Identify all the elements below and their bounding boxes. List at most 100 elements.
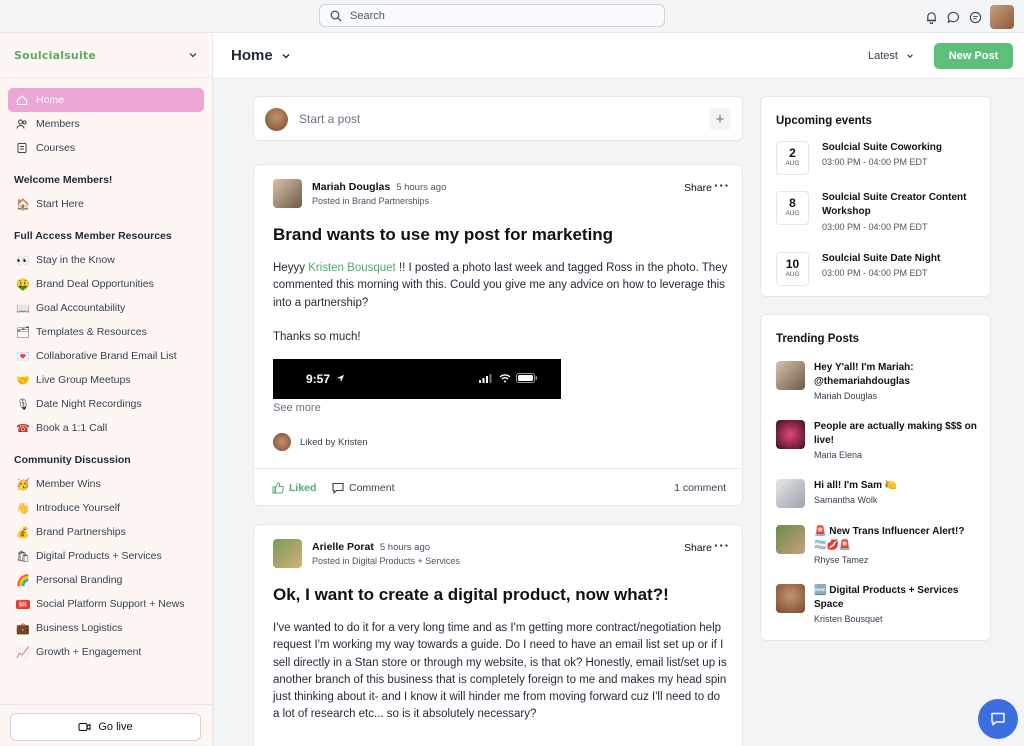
sidebar-item-live-group-meetups[interactable]: 🤝 Live Group Meetups [8,368,204,392]
author-name: Mariah Douglas [312,181,391,193]
sidebar-item-book-call[interactable]: ☎ Book a 1:1 Call [8,416,204,440]
sidebar-item-home[interactable]: Home [8,88,204,112]
event-day: 10 [785,257,800,271]
share-button[interactable]: Share [684,542,712,554]
chat-launcher-button[interactable] [978,699,1018,739]
post-title[interactable]: Brand wants to use my post for marketing [273,225,613,245]
go-live-bar: Go live [0,704,212,746]
event-name: Soulcial Suite Creator Content Workshop [822,192,967,217]
event-month: AUG [785,160,800,167]
sidebar-item-label: Brand Partnerships [36,526,126,538]
trending-title: 🚨 New Trans Influencer Alert!? 🏳️‍⚧️💋🚨 [814,526,965,551]
sidebar-item-brand-partnerships[interactable]: 💰 Brand Partnerships [8,520,204,544]
event-day: 8 [789,196,796,210]
community-switcher[interactable]: Soulcialsuite [0,33,212,78]
thumbs-up-icon [272,482,284,494]
more-options-icon[interactable]: ··· [714,178,730,193]
sort-dropdown[interactable]: Latest [868,50,914,62]
page-title[interactable]: Home [231,47,291,64]
chat-icon[interactable] [946,10,960,24]
wave-icon: 👋 [16,501,30,515]
section-title: Community Discussion [14,454,131,466]
message-icon[interactable] [968,10,982,24]
sidebar-item-templates-resources[interactable]: 🗂 Templates & Resources [8,320,204,344]
avatar [776,479,805,508]
sidebar-item-business-logistics[interactable]: 💼 Business Logistics [8,616,204,640]
post-author[interactable]: Mariah Douglas 5 hours ago [312,181,446,193]
sidebar-item-courses[interactable]: Courses [8,136,204,160]
post-title[interactable]: Ok, I want to create a digital product, … [273,585,669,605]
sidebar-item-label: Introduce Yourself [36,502,121,514]
bell-icon[interactable] [924,10,938,24]
battery-icon [516,373,537,383]
home-icon [16,94,28,106]
chevron-down-icon [907,54,913,58]
sidebar-item-label: Courses [36,142,76,154]
sidebar-item-member-wins[interactable]: 🥳 Member Wins [8,472,204,496]
post-card: Arielle Porat 5 hours ago Posted in Digit… [253,524,743,746]
post-time: 5 hours ago [379,542,431,553]
search-input[interactable]: Search [319,4,665,27]
event-time: 03:00 PM - 04:00 PM EDT [822,157,928,167]
sidebar-item-label: Home [36,94,65,106]
event-month: AUG [785,210,800,217]
sidebar-item-social-platform-support[interactable]: 🆘 Social Platform Support + News [8,592,204,616]
comments-count[interactable]: 1 comment [674,482,726,494]
new-post-button[interactable]: New Post [934,43,1013,69]
avatar [776,361,805,390]
share-button[interactable]: Share [684,182,712,194]
sidebar-item-label: Stay in the Know [36,254,115,266]
sidebar-item-members[interactable]: Members [8,112,204,136]
sidebar-item-personal-branding[interactable]: 🌈 Personal Branding [8,568,204,592]
sidebar-item-label: Members [36,118,80,130]
handshake-icon: 🤝 [16,373,30,387]
post-author[interactable]: Arielle Porat 5 hours ago [312,541,430,553]
author-name: Arielle Porat [312,541,374,553]
user-avatar[interactable] [990,5,1014,29]
sidebar-item-label: Personal Branding [36,574,123,586]
love-letter-icon: 💌 [16,349,30,363]
post-image[interactable]: 9:57 [273,359,561,399]
sidebar-item-stay-in-the-know[interactable]: 👀 Stay in the Know [8,248,204,272]
avatar [776,420,805,449]
sidebar-item-goal-accountability[interactable]: 📖 Goal Accountability [8,296,204,320]
rainbow-icon: 🌈 [16,573,30,587]
event-date: 10 AUG [776,252,809,286]
sidebar-item-date-night-recordings[interactable]: 🎙 Date Night Recordings [8,392,204,416]
post-actions: Liked Comment 1 comment [254,468,742,506]
telephone-icon: ☎ [16,421,30,435]
brand-logo: Soulcialsuite [14,48,97,62]
comment-button[interactable]: Comment [332,482,395,494]
avatar[interactable] [273,539,302,568]
sidebar-item-label: Business Logistics [36,622,123,634]
trending-title: People are actually making $$$ on live! [814,421,977,446]
start-post-box[interactable]: Start a post + [253,96,743,141]
go-live-button[interactable]: Go live [10,713,201,741]
avatar [265,108,288,131]
plus-icon[interactable]: + [709,108,731,130]
sidebar-item-label: Goal Accountability [36,302,126,314]
upcoming-events-panel: Upcoming events 2 AUG Soulcial Suite Cowo… [760,96,991,297]
money-bag-icon: 💰 [16,525,30,539]
sidebar-item-digital-products[interactable]: 🛍 Digital Products + Services [8,544,204,568]
avatar[interactable] [273,179,302,208]
post-space[interactable]: Posted in Brand Partnerships [312,196,429,206]
mention-link[interactable]: Kristen Bousquet [308,262,396,274]
like-button[interactable]: Liked [272,482,316,494]
sidebar-item-start-here[interactable]: 🏠 Start Here [8,192,204,216]
more-options-icon[interactable]: ··· [714,538,730,553]
post-space[interactable]: Posted in Digital Products + Services [312,556,460,566]
money-face-icon: 🤑 [16,277,30,291]
event-time: 03:00 PM - 04:00 PM EDT [822,268,928,278]
sidebar-item-brand-deal-opportunities[interactable]: 🤑 Brand Deal Opportunities [8,272,204,296]
sidebar-item-brand-email-list[interactable]: 💌 Collaborative Brand Email List [8,344,204,368]
sidebar-item-growth-engagement[interactable]: 📈 Growth + Engagement [8,640,204,664]
courses-icon [16,142,28,154]
sidebar-item-introduce-yourself[interactable]: 👋 Introduce Yourself [8,496,204,520]
see-more-link[interactable]: See more [273,402,321,414]
party-face-icon: 🥳 [16,477,30,491]
avatar [776,584,805,613]
wifi-icon [499,374,511,383]
liked-by[interactable]: Liked by Kristen [273,433,368,451]
section-title: Welcome Members! [14,174,113,186]
